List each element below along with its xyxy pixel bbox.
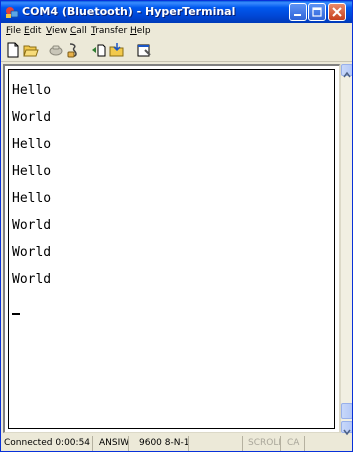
receive-icon[interactable] xyxy=(109,42,125,58)
status-emulation: ANSIW xyxy=(93,436,129,451)
menu-view[interactable]: View xyxy=(46,23,67,39)
close-button[interactable] xyxy=(328,3,346,21)
maximize-button[interactable] xyxy=(308,3,326,21)
terminal-line: Hello xyxy=(12,191,52,206)
new-icon[interactable] xyxy=(5,42,21,58)
scroll-down-button[interactable] xyxy=(341,421,352,436)
menu-call[interactable]: Call xyxy=(70,23,87,39)
minimize-icon xyxy=(294,14,301,16)
menu-file[interactable]: File xyxy=(6,23,21,39)
menu-bar: File Edit View Call Transfer Help xyxy=(1,23,352,39)
minimize-button[interactable] xyxy=(289,3,307,21)
status-scroll: SCROLL xyxy=(243,436,281,451)
hyperterminal-app-icon[interactable] xyxy=(5,5,19,19)
menu-transfer[interactable]: Transfer xyxy=(91,23,127,39)
terminal-area[interactable]: Hello World Hello Hello Hello World Worl… xyxy=(3,64,340,433)
open-icon[interactable] xyxy=(23,42,39,58)
chevron-up-icon xyxy=(343,71,351,78)
toolbar xyxy=(1,39,352,62)
status-port-settings: 9600 8-N-1 xyxy=(129,436,189,451)
menu-edit[interactable]: Edit xyxy=(24,23,41,39)
terminal-line: World xyxy=(12,245,52,260)
status-resize-grip[interactable] xyxy=(305,436,352,451)
terminal-line: World xyxy=(12,272,52,287)
close-icon xyxy=(332,7,342,17)
terminal-line: Hello xyxy=(12,83,52,98)
terminal-line: World xyxy=(12,218,52,233)
send-icon[interactable] xyxy=(91,42,107,58)
hyperterminal-window: COM4 (Bluetooth) - HyperTerminal File Ed… xyxy=(0,0,353,452)
terminal-line: Hello xyxy=(12,164,52,179)
text-cursor xyxy=(12,313,20,315)
title-bar[interactable]: COM4 (Bluetooth) - HyperTerminal xyxy=(1,1,352,23)
scroll-up-button[interactable] xyxy=(341,64,352,78)
menu-help[interactable]: Help xyxy=(130,23,151,39)
terminal-line: Hello xyxy=(12,137,52,152)
window-title: COM4 (Bluetooth) - HyperTerminal xyxy=(22,5,236,18)
terminal-text-frame[interactable]: Hello World Hello Hello Hello World Worl… xyxy=(8,69,335,429)
scroll-thumb[interactable] xyxy=(341,403,352,419)
status-caps: CA xyxy=(281,436,305,451)
terminal-line: World xyxy=(12,110,52,125)
status-connection-time: Connected 0:00:54 xyxy=(1,436,93,451)
status-spacer xyxy=(189,436,243,451)
vertical-scrollbar[interactable] xyxy=(340,64,352,436)
status-bar: Connected 0:00:54 ANSIW 9600 8-N-1 SCROL… xyxy=(1,436,352,451)
maximize-icon xyxy=(312,7,322,17)
properties-icon[interactable] xyxy=(136,42,152,58)
disconnect-icon[interactable] xyxy=(65,42,81,58)
connect-icon[interactable] xyxy=(48,42,64,58)
